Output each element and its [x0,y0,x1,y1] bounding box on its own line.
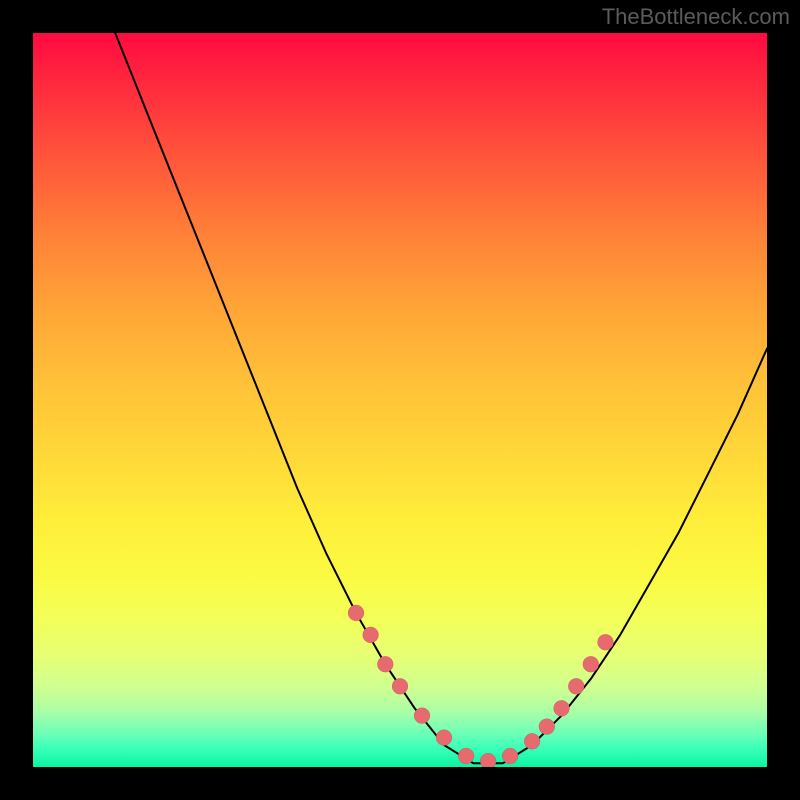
chart-frame: TheBottleneck.com [0,0,800,800]
curve-marker [502,748,518,764]
curve-overlay [33,33,767,767]
curve-marker [348,605,364,621]
curve-marker [598,634,614,650]
curve-marker [568,678,584,694]
curve-marker [583,656,599,672]
bottleneck-curve [33,33,767,763]
watermark-text: TheBottleneck.com [602,4,790,30]
curve-marker [436,730,452,746]
curve-marker [539,719,555,735]
curve-marker [524,733,540,749]
curve-marker [363,627,379,643]
curve-marker [392,678,408,694]
curve-marker [554,700,570,716]
curve-marker [377,656,393,672]
curve-marker [458,748,474,764]
curve-marker [480,753,496,767]
curve-markers [348,605,614,767]
plot-area [33,33,767,767]
curve-marker [414,708,430,724]
